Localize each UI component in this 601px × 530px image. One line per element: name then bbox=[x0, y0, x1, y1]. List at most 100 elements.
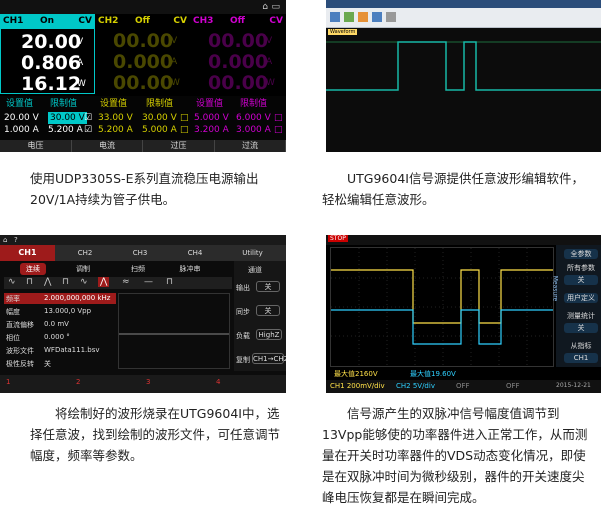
ch4-scale[interactable]: OFF bbox=[506, 382, 520, 390]
param-row-wavefile[interactable]: 波形文件 WFData111.bsv bbox=[4, 345, 116, 356]
param-row-amplitude[interactable]: 幅度 13.000,0 Vpp bbox=[4, 306, 116, 317]
ch2-voltage: 00.00 bbox=[113, 30, 174, 52]
pattern-wave-icon[interactable]: ⊓ bbox=[166, 277, 173, 287]
waveform-canvas[interactable]: Waveform bbox=[326, 28, 601, 152]
toolbar-icon[interactable] bbox=[372, 12, 382, 22]
ch3-limit-voltage[interactable]: 6.000 V bbox=[236, 112, 271, 124]
param-row-phase[interactable]: 相位 0.000 ° bbox=[4, 332, 116, 343]
ch3-ovp-checkbox[interactable]: □ bbox=[274, 112, 283, 124]
ch1-limit-current[interactable]: 5.200 A bbox=[48, 124, 83, 136]
ch2-set-voltage[interactable]: 33.00 V bbox=[98, 112, 133, 124]
ch1-a-unit: A bbox=[77, 58, 84, 68]
ch3-set-label: 设置值 bbox=[196, 99, 224, 109]
ch1-set-label: 设置值 bbox=[6, 99, 34, 109]
ch1-set-voltage[interactable]: 20.00 V bbox=[4, 112, 39, 124]
ch1-current: 0.806 bbox=[21, 52, 82, 74]
caption-text: 将绘制好的波形烧录在UTG9604I中，选择任意波，找到绘制的波形文件，可任意调… bbox=[30, 406, 281, 463]
help-icon[interactable]: ? bbox=[14, 236, 18, 244]
copy-button[interactable]: CH1→CH2 bbox=[252, 353, 286, 364]
caption-text: 信号源产生的双脉冲信号幅度值调节到13Vpp能够使的功率器件进入正常工作，从而测… bbox=[322, 406, 588, 505]
param-row-frequency[interactable]: 频率 2.000,000,000 kHz bbox=[4, 293, 116, 304]
harmonic-wave-icon[interactable]: ∿ bbox=[80, 277, 88, 287]
ch3-set-voltage[interactable]: 5.000 V bbox=[194, 112, 229, 124]
ch2-mode: CV bbox=[173, 16, 187, 26]
pulse-wave-icon[interactable]: ⊓ bbox=[62, 277, 69, 287]
ch1-set-current[interactable]: 1.000 A bbox=[4, 124, 39, 136]
caption-generator: 将绘制好的波形烧录在UTG9604I中，选择任意波，找到绘制的波形文件，可任意调… bbox=[30, 403, 282, 466]
ch3-header[interactable]: CH3 Off CV bbox=[190, 14, 286, 28]
dc-wave-icon[interactable]: — bbox=[144, 277, 153, 287]
param-value: 0.000 ° bbox=[44, 333, 70, 341]
mode-burst-button[interactable]: 脉冲串 bbox=[175, 263, 205, 275]
signal-generator-screen: ⌂ ? CH1 CH2 CH3 CH4 Utility 连续 调制 扫频 脉冲串… bbox=[0, 235, 286, 393]
ch2-set-current[interactable]: 5.200 A bbox=[98, 124, 133, 136]
toolbar-icon[interactable] bbox=[344, 12, 354, 22]
ch2-v-unit: V bbox=[171, 36, 178, 46]
side-load-label: 负载 bbox=[236, 332, 250, 340]
ch2-scale[interactable]: CH2 5V/div bbox=[396, 382, 435, 390]
ch2-limit-current[interactable]: 5.000 A bbox=[142, 124, 177, 136]
run-stop-indicator[interactable]: STOP bbox=[328, 235, 348, 242]
ch2-ocp-checkbox[interactable]: □ bbox=[180, 124, 189, 136]
mode-sweep-button[interactable]: 扫频 bbox=[125, 263, 151, 275]
ch1-scale[interactable]: CH1 200mV/div bbox=[330, 382, 385, 390]
menu-source-ch1[interactable]: CH1 bbox=[564, 353, 598, 363]
toolbar-icon[interactable] bbox=[358, 12, 368, 22]
sync-toggle[interactable]: 关 bbox=[256, 305, 280, 316]
home-icon[interactable]: ⌂ bbox=[3, 236, 7, 244]
ramp-wave-icon[interactable]: ⋀ bbox=[44, 277, 51, 287]
bottom-ch2[interactable]: 2 bbox=[76, 378, 80, 386]
tab-ch4[interactable]: CH4 bbox=[170, 245, 220, 261]
nav-ovp-button[interactable]: 过压 bbox=[143, 140, 215, 152]
ch3-voltage: 00.00 bbox=[208, 30, 269, 52]
param-row-invert[interactable]: 极性反转 关 bbox=[4, 358, 116, 369]
menu-user-define[interactable]: 用户定义 bbox=[564, 293, 598, 303]
bottom-ch1[interactable]: 1 bbox=[6, 378, 10, 386]
square-wave-icon[interactable]: ⊓ bbox=[26, 277, 33, 287]
menu-all-params-off[interactable]: 关 bbox=[564, 275, 598, 285]
nav-voltage-button[interactable]: 电压 bbox=[0, 140, 72, 152]
mode-continuous-button[interactable]: 连续 bbox=[20, 263, 46, 275]
menu-all-params[interactable]: 全参数 bbox=[564, 249, 598, 259]
arbitrary-wave-icon[interactable]: ⋀ bbox=[98, 277, 110, 287]
param-row-offset[interactable]: 直流偏移 0.0 mV bbox=[4, 319, 116, 330]
ch2-header[interactable]: CH2 Off CV bbox=[95, 14, 190, 28]
nav-ocp-button[interactable]: 过流 bbox=[215, 140, 286, 152]
toolbar-icon[interactable] bbox=[386, 12, 396, 22]
ch3-limit-label: 限制值 bbox=[240, 99, 268, 109]
ch1-mode: CV bbox=[78, 16, 92, 26]
ch3-set-current[interactable]: 3.200 A bbox=[194, 124, 229, 136]
ch3-ocp-checkbox[interactable]: □ bbox=[274, 124, 283, 136]
caption-editor: UTG9604I信号源提供任意波形编辑软件，轻松编辑任意波形。 bbox=[322, 168, 594, 210]
param-value: 13.000,0 Vpp bbox=[44, 307, 92, 315]
bottom-ch4[interactable]: 4 bbox=[216, 378, 220, 386]
ch1-ocp-checkbox[interactable]: ☑ bbox=[84, 124, 92, 136]
toolbar-icon[interactable] bbox=[330, 12, 340, 22]
ch1-ovp-checkbox[interactable]: ☑ bbox=[84, 112, 92, 124]
mode-menu: 连续 调制 扫频 脉冲串 bbox=[0, 261, 240, 275]
status-bar: ⌂ ▭ bbox=[0, 0, 286, 14]
window-titlebar bbox=[326, 0, 601, 8]
load-select[interactable]: HighZ bbox=[256, 329, 282, 340]
ch3-scale[interactable]: OFF bbox=[456, 382, 470, 390]
tab-utility[interactable]: Utility bbox=[225, 245, 280, 261]
ch2-limit-voltage[interactable]: 30.00 V bbox=[142, 112, 177, 124]
ch1-header[interactable]: CH1 On CV bbox=[0, 14, 95, 28]
usb-icon: ⌂ bbox=[262, 2, 268, 12]
output-toggle[interactable]: 关 bbox=[256, 281, 280, 292]
nav-current-button[interactable]: 电流 bbox=[72, 140, 143, 152]
mode-modulation-button[interactable]: 调制 bbox=[70, 263, 96, 275]
waveform-editor-window: Waveform bbox=[326, 0, 601, 152]
max-value-ch1: 最大值2160V bbox=[334, 370, 378, 378]
tab-ch1[interactable]: CH1 bbox=[0, 245, 55, 261]
bottom-ch3[interactable]: 3 bbox=[146, 378, 150, 386]
sine-wave-icon[interactable]: ∿ bbox=[8, 277, 16, 287]
side-copy-label: 复制 bbox=[236, 356, 250, 364]
ch2-ovp-checkbox[interactable]: □ bbox=[180, 112, 189, 124]
noise-wave-icon[interactable]: ≈ bbox=[122, 277, 130, 287]
menu-statistics-off[interactable]: 关 bbox=[564, 323, 598, 333]
tab-ch3[interactable]: CH3 bbox=[115, 245, 165, 261]
ch3-limit-current[interactable]: 3.000 A bbox=[236, 124, 271, 136]
ch1-limit-voltage[interactable]: 30.00 V bbox=[48, 112, 87, 124]
tab-ch2[interactable]: CH2 bbox=[60, 245, 110, 261]
